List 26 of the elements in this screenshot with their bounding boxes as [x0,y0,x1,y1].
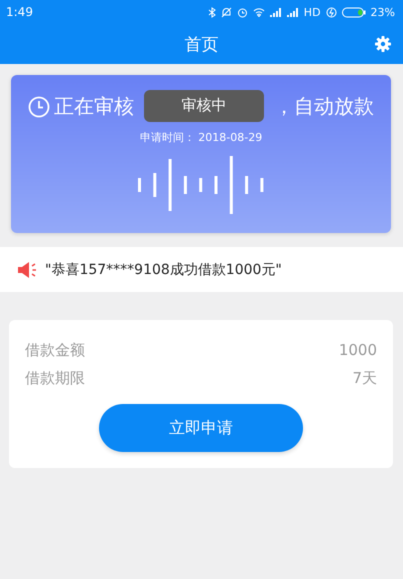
settings-icon[interactable] [375,36,391,52]
page-title: 首页 [184,34,218,56]
field-label: 借款金额 [25,340,85,360]
apply-button[interactable]: 立即申请 [99,404,303,452]
status-headline: ，自动放款 [274,93,374,120]
toast-message: 审核中 [144,90,264,122]
alarm-icon [236,6,248,18]
charging-icon [326,6,337,18]
sound-wave-icon [138,155,264,215]
bluetooth-icon [208,6,216,18]
megaphone-icon [17,260,37,278]
mute-icon [220,6,232,18]
field-label: 借款期限 [25,368,85,388]
network-label: HD [304,6,321,18]
signal-icon [270,8,282,16]
field-value: 1000 [338,341,377,359]
battery-icon [342,6,366,18]
field-value: 7天 [352,368,377,388]
clock-icon [28,96,50,118]
apply-date: 申请时间： 2018-08-29 [140,130,262,145]
status-headline: 正在审核 [54,93,134,120]
wifi-icon [252,7,265,17]
notice-text: "恭喜157****9108成功借款1000元" [45,260,282,278]
battery-level: 23% [370,6,395,18]
status-time: 1:49 [6,5,33,19]
signal-icon [286,8,299,16]
